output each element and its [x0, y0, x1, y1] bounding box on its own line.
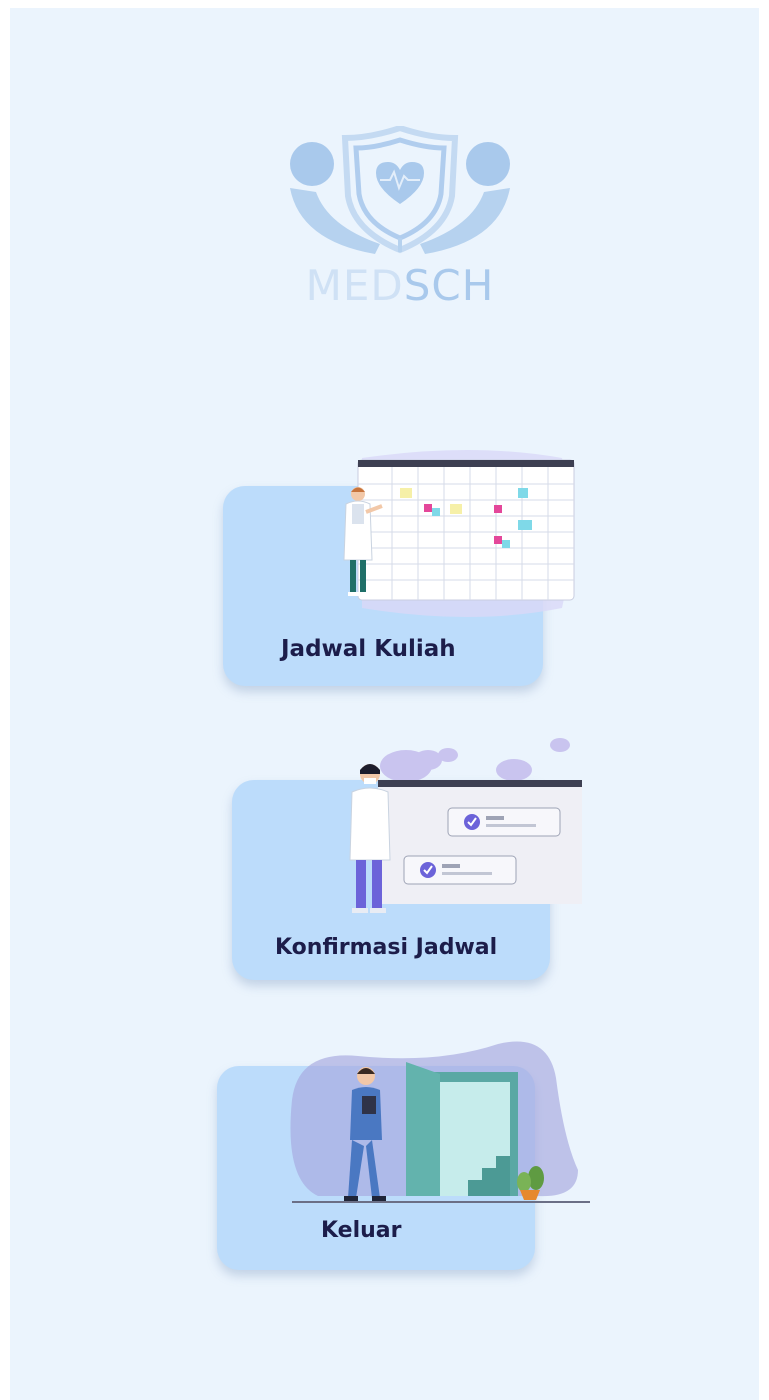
logo-prefix: MED: [305, 261, 404, 310]
confirm-schedule-illustration: [349, 738, 582, 913]
keluar-label: Keluar: [321, 1218, 402, 1243]
medsch-logo: MEDSCH: [280, 124, 520, 316]
shield-people-logo-icon: [290, 124, 510, 254]
exit-door-illustration: [290, 1041, 590, 1203]
home-screen: MEDSCH Jadwal Kuliah Konfirmasi Jadwal K…: [10, 8, 759, 1400]
jadwal-kuliah-label: Jadwal Kuliah: [281, 636, 456, 662]
konfirmasi-jadwal-label: Konfirmasi Jadwal: [275, 935, 498, 960]
calendar-schedule-illustration: [343, 450, 575, 617]
logo-wordmark: MEDSCH: [280, 261, 520, 310]
logo-suffix: SCH: [403, 261, 495, 310]
